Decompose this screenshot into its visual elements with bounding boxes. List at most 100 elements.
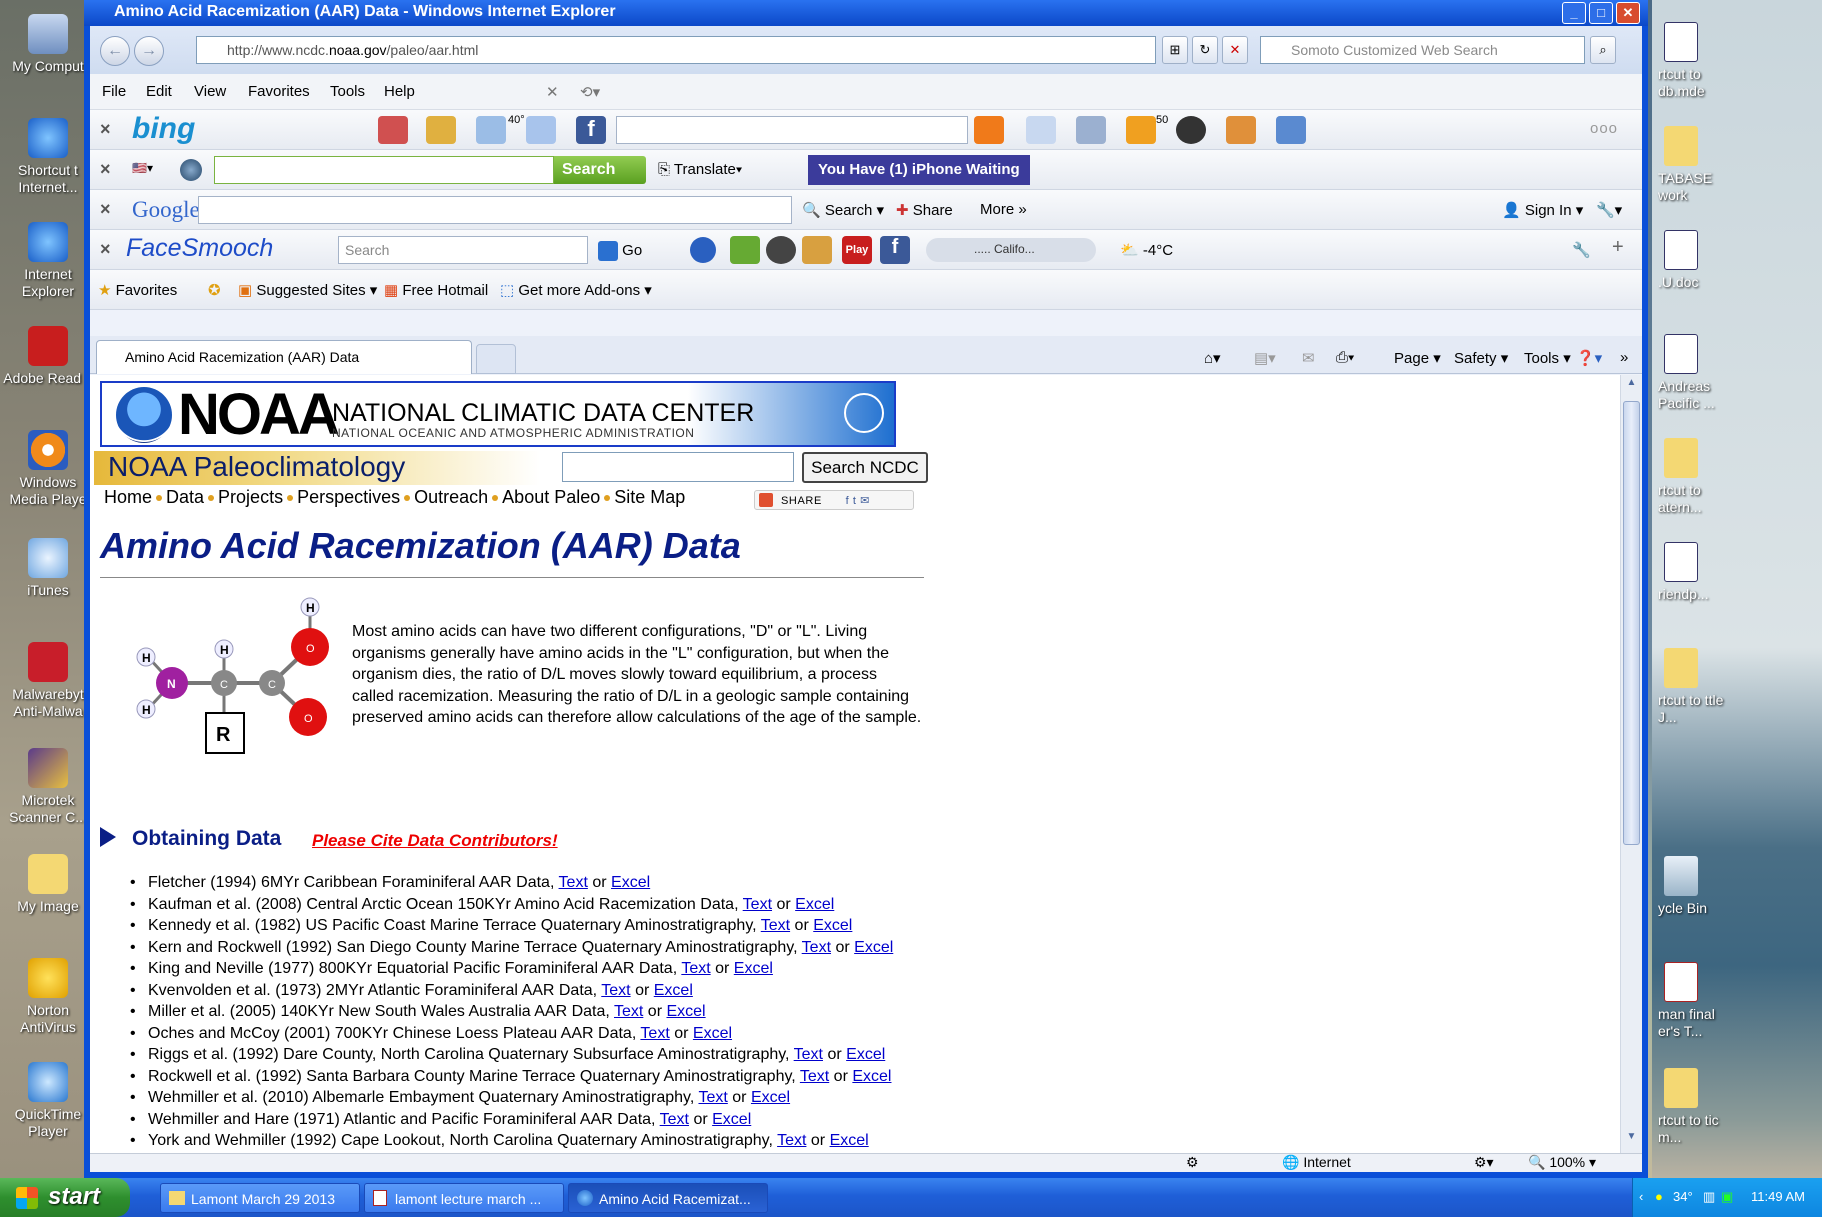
megaphone-icon[interactable] (1226, 116, 1256, 144)
back-button[interactable]: ← (100, 36, 130, 66)
close-toolbar-icon[interactable]: × (100, 119, 111, 140)
desktop-icon-quicktime[interactable]: QuickTime Player (0, 1062, 96, 1140)
suggested-sites-button[interactable]: ▣ Suggested Sites ▾ (238, 281, 377, 299)
video-icon[interactable] (1276, 116, 1306, 144)
menu-tools[interactable]: Tools (330, 83, 365, 100)
wrench-icon[interactable]: 🔧▾ (1596, 201, 1622, 219)
text-download-link[interactable]: Text (681, 960, 710, 977)
mask-icon[interactable] (766, 236, 796, 264)
excel-download-link[interactable]: Excel (654, 982, 693, 999)
clock[interactable]: 11:49 AM (1751, 1189, 1805, 1204)
nav-sitemap[interactable]: Site Map (614, 487, 685, 507)
close-window-button[interactable]: ✕ (1616, 2, 1640, 24)
web-search-input[interactable]: Somoto Customized Web Search (1260, 36, 1585, 64)
google-search-button[interactable]: 🔍 Search ▾ (802, 201, 884, 219)
nav-outreach[interactable]: Outreach (414, 487, 488, 507)
toolbar-search-input[interactable] (214, 156, 554, 184)
menu-help[interactable]: Help (384, 83, 415, 100)
start-button[interactable]: start (0, 1178, 130, 1217)
excel-download-link[interactable]: Excel (751, 1089, 790, 1106)
nav-perspectives[interactable]: Perspectives (297, 487, 400, 507)
taskbar-item-ie[interactable]: Amino Acid Racemizat... (568, 1183, 768, 1213)
smiley-icon[interactable] (690, 237, 716, 263)
translate-icon[interactable]: ⟲▾ (580, 83, 600, 101)
tab-aar-data[interactable]: Amino Acid Racemization (AAR) Data (96, 340, 472, 374)
text-download-link[interactable]: Text (743, 896, 772, 913)
text-download-link[interactable]: Text (794, 1046, 823, 1063)
text-download-link[interactable]: Text (761, 917, 790, 934)
bing-search-input[interactable] (616, 116, 968, 144)
sign-in-button[interactable]: 👤 Sign In ▾ (1502, 201, 1583, 219)
close-toolbar-icon[interactable]: × (100, 239, 111, 260)
text-download-link[interactable]: Text (802, 939, 831, 956)
desktop-icon-norton[interactable]: Norton AntiVirus (0, 958, 96, 1036)
security-icon[interactable]: ⚙▾ (1474, 1154, 1494, 1171)
desktop-icon-scanner[interactable]: Microtek Scanner C... (0, 748, 96, 826)
norton-tray-icon[interactable]: ● (1655, 1189, 1663, 1204)
close-toolbar-icon[interactable]: × (100, 199, 111, 220)
desktop-icon-my-images[interactable]: My Image (0, 854, 96, 915)
tray-expand-icon[interactable]: ‹ (1639, 1189, 1643, 1204)
desktop-icon-itunes[interactable]: iTunes (0, 538, 96, 599)
text-download-link[interactable]: Text (800, 1068, 829, 1085)
text-download-link[interactable]: Text (559, 874, 588, 891)
stop-icon[interactable]: ✕ (1222, 36, 1248, 64)
excel-download-link[interactable]: Excel (734, 960, 773, 977)
forward-button[interactable]: → (134, 36, 164, 66)
desktop-icon-recycle-bin[interactable]: ycle Bin (1658, 856, 1738, 917)
tools-menu[interactable]: Tools ▾ (1524, 349, 1571, 367)
excel-download-link[interactable]: Excel (666, 1003, 705, 1020)
news-icon[interactable] (426, 116, 456, 144)
desktop-icon-db[interactable]: rtcut to db.mde (1658, 22, 1738, 100)
facebook-icon[interactable]: f (880, 236, 910, 264)
character-icon[interactable] (802, 236, 832, 264)
bing-search-button-icon[interactable] (974, 116, 1004, 144)
minimize-button[interactable]: _ (1562, 2, 1586, 24)
desktop-icon-my-computer[interactable]: My Comput (0, 14, 96, 75)
desktop-icon-andreas[interactable]: Andreas Pacific ... (1658, 334, 1738, 412)
desktop-icon-pdf[interactable]: man final er's T... (1658, 962, 1738, 1040)
chat-icon[interactable] (1076, 116, 1106, 144)
scroll-up-icon[interactable]: ▲ (1623, 377, 1640, 397)
excel-download-link[interactable]: Excel (712, 1111, 751, 1128)
taskbar-item-folder[interactable]: Lamont March 29 2013 (160, 1183, 360, 1213)
cite-contributors-link[interactable]: Please Cite Data Contributors! (312, 831, 558, 851)
refresh-icon[interactable]: ↻ (1192, 36, 1218, 64)
page-menu[interactable]: Page ▾ (1394, 349, 1441, 367)
ncdc-banner[interactable]: NOAA NATIONAL CLIMATIC DATA CENTER NATIO… (100, 381, 896, 447)
excel-download-link[interactable]: Excel (611, 874, 650, 891)
weather-widget[interactable]: ⛅ -4°C (1120, 241, 1173, 259)
desktop-icon-database-work[interactable]: TABASE work (1658, 126, 1738, 204)
excel-download-link[interactable]: Excel (830, 1132, 869, 1149)
add-icon[interactable]: + (1612, 236, 1624, 259)
facebook-icon[interactable]: f (576, 116, 606, 144)
excel-download-link[interactable]: Excel (693, 1025, 732, 1042)
globe-icon[interactable] (180, 159, 202, 181)
add-favorites-icon[interactable]: ✪ (208, 281, 221, 299)
play-vids-icon[interactable]: Play (842, 236, 872, 264)
radio-player-widget[interactable]: ..... Califo... (926, 238, 1096, 262)
translate-button[interactable]: ⎘ Translate▾ (658, 161, 742, 178)
excel-download-link[interactable]: Excel (846, 1046, 885, 1063)
vertical-scrollbar[interactable]: ▲ ▼ (1620, 375, 1642, 1153)
safety-menu[interactable]: Safety ▾ (1454, 349, 1508, 367)
desktop-icon-ie[interactable]: Internet Explorer (0, 222, 96, 300)
menu-favorites[interactable]: Favorites (248, 83, 310, 100)
text-download-link[interactable]: Text (777, 1132, 806, 1149)
ncdc-search-input[interactable] (562, 452, 794, 482)
compat-view-icon[interactable]: ⊞ (1162, 36, 1188, 64)
thumbs-up-icon[interactable] (1026, 116, 1056, 144)
nav-projects[interactable]: Projects (218, 487, 283, 507)
get-addons-button[interactable]: ⬚ Get more Add-ons ▾ (500, 281, 652, 299)
game-icon[interactable] (730, 236, 760, 264)
desktop-icon-friendp[interactable]: riendp... (1658, 542, 1738, 603)
text-download-link[interactable]: Text (660, 1111, 689, 1128)
iphone-ad-banner[interactable]: You Have (1) iPhone Waiting (808, 155, 1030, 185)
media-icon[interactable] (1176, 116, 1206, 144)
more-options-icon[interactable]: ooo (1590, 120, 1618, 137)
security-tray-icon[interactable]: ▣ (1721, 1189, 1733, 1205)
favorites-button[interactable]: ★ Favorites (98, 281, 177, 299)
excel-download-link[interactable]: Excel (854, 939, 893, 956)
nav-data[interactable]: Data (166, 487, 204, 507)
excel-download-link[interactable]: Excel (795, 896, 834, 913)
